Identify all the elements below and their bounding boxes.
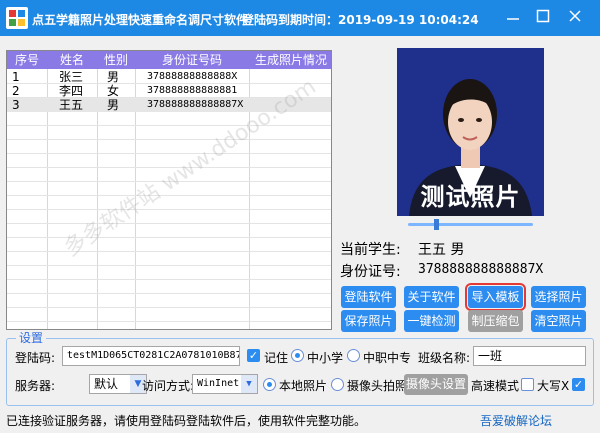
- cell-id: 378888888888887X: [147, 99, 244, 110]
- compress-pack-button[interactable]: 制压缩包: [468, 310, 523, 332]
- class-name-label: 班级名称:: [418, 351, 471, 365]
- id-number-value: 378888888888887X: [418, 262, 544, 277]
- table-row[interactable]: 2 李四 女 378888888888881: [7, 84, 331, 98]
- access-method-label: 访问方式:: [142, 379, 195, 393]
- server-label: 服务器:: [15, 379, 56, 393]
- uppercase-x-checkbox[interactable]: ✓: [572, 378, 585, 391]
- close-icon[interactable]: [562, 6, 588, 30]
- expiry-text: 登陆码到期时间：2019-09-19 10:04:24: [242, 13, 479, 27]
- remember-checkbox[interactable]: ✓: [247, 349, 260, 362]
- cell-no: 1: [12, 70, 20, 84]
- current-student-label: 当前学生:: [340, 242, 401, 258]
- zoom-slider-thumb[interactable]: [434, 219, 440, 230]
- cell-gender: 男: [107, 70, 120, 84]
- status-message: 已连接验证服务器，请使用登陆码登陆软件后，使用软件完整功能。: [6, 414, 367, 428]
- col-header-no[interactable]: 序号: [7, 51, 47, 69]
- cell-id: 378888888888881: [147, 85, 238, 96]
- cell-gender: 女: [107, 84, 120, 98]
- id-number-label: 身份证号:: [340, 264, 401, 280]
- remember-label: 记住: [264, 351, 289, 365]
- school-primary-label: 中小学: [307, 351, 344, 365]
- photo-caption: 测试照片: [420, 183, 521, 211]
- cell-name: 王五: [59, 98, 84, 112]
- select-photo-button[interactable]: 选择照片: [531, 286, 586, 308]
- minimize-icon[interactable]: [500, 6, 526, 30]
- cell-name: 李四: [59, 84, 84, 98]
- clear-photo-button[interactable]: 清空照片: [531, 310, 586, 332]
- cell-name: 张三: [59, 70, 84, 84]
- import-template-button[interactable]: 导入模板: [465, 283, 526, 311]
- photo-preview[interactable]: 测试照片: [397, 48, 544, 216]
- one-click-check-button[interactable]: 一键检测: [404, 310, 459, 332]
- fast-mode-label: 高速模式: [471, 379, 520, 393]
- col-header-gender[interactable]: 性别: [97, 51, 135, 69]
- forum-link[interactable]: 吾爱破解论坛: [480, 412, 552, 429]
- school-secondary-label: 中职中专: [363, 351, 412, 365]
- table-row[interactable]: 3 王五 男 378888888888887X: [7, 98, 331, 112]
- class-name-input[interactable]: 一班: [473, 346, 586, 366]
- maximize-icon[interactable]: [530, 6, 556, 30]
- table-row[interactable]: 1 张三 男 37888888888888X: [7, 70, 331, 84]
- zoom-slider[interactable]: [408, 223, 533, 226]
- chevron-down-icon[interactable]: ▼: [241, 375, 257, 393]
- col-header-name[interactable]: 姓名: [47, 51, 97, 69]
- settings-legend: 设置: [16, 331, 47, 345]
- table-header: 序号 姓名 性别 身份证号码 生成照片情况: [7, 51, 331, 69]
- school-secondary-radio[interactable]: [347, 349, 360, 362]
- cell-no: 2: [12, 84, 20, 98]
- server-select[interactable]: 默认 ▼: [89, 374, 147, 394]
- access-method-select[interactable]: WinInet ▼: [192, 374, 258, 394]
- login-button[interactable]: 登陆软件: [341, 286, 396, 308]
- app-logo-icon: [6, 7, 28, 29]
- source-camera-label: 摄像头拍照: [347, 379, 408, 393]
- access-method-value: WinInet: [197, 378, 240, 389]
- camera-settings-button[interactable]: 摄像头设置: [404, 374, 468, 395]
- source-camera-radio[interactable]: [331, 378, 344, 391]
- student-table[interactable]: 序号 姓名 性别 身份证号码 生成照片情况 1 张三 男 37888888888…: [6, 50, 332, 330]
- window-title: 点五学籍照片处理快速重命名调尺寸软件: [32, 13, 249, 27]
- col-header-id[interactable]: 身份证号码: [135, 51, 249, 69]
- cell-gender: 男: [107, 98, 120, 112]
- about-button[interactable]: 关于软件: [404, 286, 459, 308]
- server-value: 默认: [94, 377, 119, 391]
- login-code-input[interactable]: testM1D065CT0281C2A0781010B87024: [62, 346, 240, 366]
- login-code-label: 登陆码:: [15, 351, 56, 365]
- uppercase-x-label: 大写X: [537, 379, 570, 393]
- source-local-label: 本地照片: [279, 379, 328, 393]
- fast-mode-checkbox[interactable]: [521, 378, 534, 391]
- source-local-radio[interactable]: [263, 378, 276, 391]
- save-photo-button[interactable]: 保存照片: [341, 310, 396, 332]
- title-bar: 点五学籍照片处理快速重命名调尺寸软件 登陆码到期时间：2019-09-19 10…: [0, 0, 600, 36]
- school-primary-radio[interactable]: [291, 349, 304, 362]
- cell-id: 37888888888888X: [147, 71, 238, 82]
- current-student-value: 王五 男: [418, 242, 465, 258]
- cell-no: 3: [12, 98, 20, 112]
- col-header-status[interactable]: 生成照片情况: [249, 51, 331, 69]
